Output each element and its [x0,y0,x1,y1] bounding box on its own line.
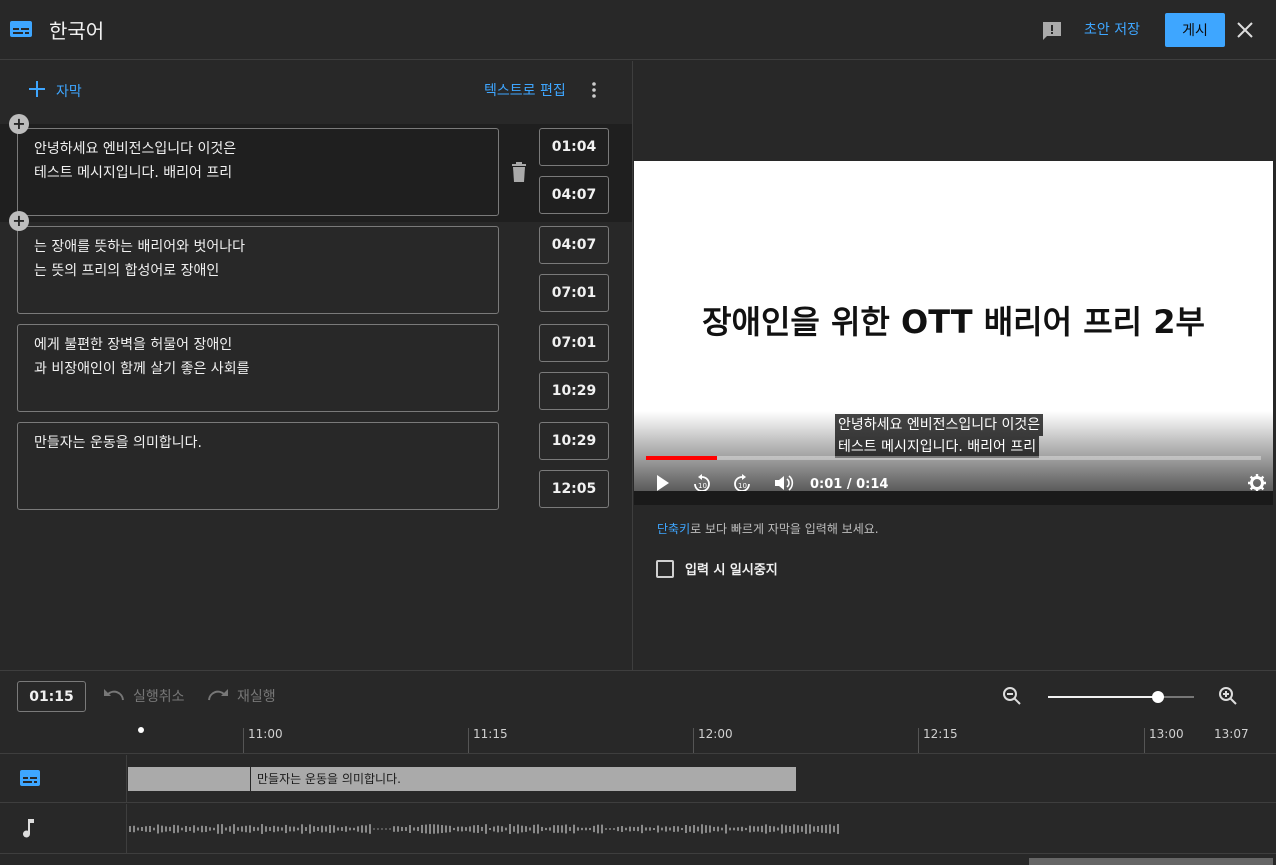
cue-text-input[interactable]: 는 장애를 뜻하는 배리어와 벗어나다 는 뜻의 프리의 합성어로 장애인 [17,226,499,314]
cue-start-time[interactable]: 10:29 [539,422,609,460]
cue-end-time[interactable]: 07:01 [539,274,609,312]
subtitle-track: 만들자는 운동을 의미합니다. [0,755,1276,803]
zoom-slider[interactable] [1048,691,1194,703]
ruler-tick: 11:00 [243,728,283,753]
subtitle-list-pane: 자막 텍스트로 편집 안녕하세요 엔비전스입니다 이것은 테스트 메시지입니다.… [0,61,633,670]
zoom-out-icon[interactable] [1002,686,1022,710]
shortcut-hint: 단축키로 보다 빠르게 자막을 입력해 보세요. [657,520,879,537]
redo-button[interactable]: 재실행 [207,686,276,706]
cue-start-time[interactable]: 01:04 [539,128,609,166]
save-draft-button[interactable]: 초안 저장 [1084,19,1140,39]
timeline-scrollbar[interactable] [1029,858,1273,865]
ruler-tick: 12:00 [693,728,733,753]
subtitle-track-label [0,755,127,802]
svg-text:10: 10 [738,482,747,490]
current-time-field[interactable]: 01:15 [17,681,86,712]
preview-pane: 장애인을 위한 OTT 배리어 프리 2부 안녕하세요 엔비전스입니다 이것은 … [634,61,1276,670]
ruler-tick: 11:15 [468,728,508,753]
more-options-icon[interactable] [590,81,598,103]
language-title: 한국어 [49,19,105,43]
timeline-segment-text: 만들자는 운동을 의미합니다. [257,772,401,786]
subtitle-cue[interactable]: 안녕하세요 엔비전스입니다 이것은 테스트 메시지입니다. 배리어 프리 01:… [0,124,632,222]
add-subtitle-label: 자막 [56,84,82,100]
cue-text-input[interactable]: 에게 불편한 장벽을 허물어 장애인 과 비장애인이 함께 살기 좋은 사회를 [17,324,499,412]
subtitles-icon [20,770,40,790]
header: 한국어 초안 저장 게시 [0,0,1276,60]
svg-text:10: 10 [698,482,707,490]
pause-while-typing-option[interactable]: 입력 시 일시중지 [656,559,778,578]
ruler-tick: 12:15 [918,728,958,753]
undo-icon [103,687,125,705]
trash-icon[interactable] [511,162,527,186]
cue-start-time[interactable]: 07:01 [539,324,609,362]
subtitle-cue[interactable]: 는 장애를 뜻하는 배리어와 벗어나다 는 뜻의 프리의 합성어로 장애인 04… [0,222,632,320]
shortcut-link[interactable]: 단축키 [657,522,690,536]
progress-fill [646,456,718,460]
timeline-ruler[interactable]: 11:00 11:15 12:00 12:15 13:00 13:07 [0,722,1276,754]
cue-end-time[interactable]: 10:29 [539,372,609,410]
timeline-toolbar: 01:15 실행취소 재실행 [0,670,1276,722]
plus-icon [28,80,46,102]
subtitle-cue[interactable]: 에게 불편한 장벽을 허물어 장애인 과 비장애인이 함께 살기 좋은 사회를 … [0,320,632,418]
video-bottom-strip [634,491,1273,505]
shortcut-hint-text: 로 보다 빠르게 자막을 입력해 보세요. [690,522,879,536]
cue-text-input[interactable]: 안녕하세요 엔비전스입니다 이것은 테스트 메시지입니다. 배리어 프리 [17,128,499,216]
time-readout: 0:01 / 0:14 [810,477,889,492]
pause-checkbox[interactable] [656,559,674,578]
ruler-tick: 13:00 [1144,728,1184,753]
timeline-segment[interactable]: 만들자는 운동을 의미합니다. [251,767,796,791]
audio-waveform [129,824,839,834]
playhead-marker[interactable] [138,727,144,733]
cue-text-input[interactable]: 만들자는 운동을 의미합니다. [17,422,499,510]
timeline-segment[interactable] [128,767,250,791]
add-subtitle-button[interactable]: 자막 [28,80,82,102]
redo-icon [207,687,229,705]
close-icon[interactable] [1236,21,1254,43]
audio-track-label [0,804,127,853]
cue-end-time[interactable]: 04:07 [539,176,609,214]
feedback-icon[interactable] [1041,20,1063,46]
publish-button[interactable]: 게시 [1165,13,1225,47]
video-slide-title: 장애인을 위한 OTT 배리어 프리 2부 [702,303,1205,341]
undo-button[interactable]: 실행취소 [103,686,185,706]
pause-label: 입력 시 일시중지 [685,563,778,578]
cue-end-time[interactable]: 12:05 [539,470,609,508]
insert-cue-icon[interactable]: + [9,211,29,231]
caption-line: 테스트 메시지입니다. 배리어 프리 [835,436,1040,458]
cue-start-time[interactable]: 04:07 [539,226,609,264]
subtitle-cue[interactable]: 만들자는 운동을 의미합니다. 10:29 12:05 [0,418,632,516]
audio-track [0,804,1276,854]
caption-line: 안녕하세요 엔비전스입니다 이것은 [835,414,1044,436]
undo-label: 실행취소 [133,689,185,705]
subtitle-editor: 한국어 초안 저장 게시 자막 텍스트로 편집 안녕하세요 엔비전스입니다 이것… [0,0,1276,865]
subtitles-icon [10,20,32,42]
redo-label: 재실행 [237,689,276,705]
music-note-icon [20,818,36,842]
zoom-in-icon[interactable] [1218,686,1238,710]
edit-as-text-button[interactable]: 텍스트로 편집 [484,80,566,100]
zoom-slider-knob[interactable] [1151,691,1164,703]
ruler-tick: 13:07 [1214,727,1249,741]
progress-bar[interactable] [646,456,1261,460]
video-player[interactable]: 장애인을 위한 OTT 배리어 프리 2부 안녕하세요 엔비전스입니다 이것은 … [634,161,1273,504]
caption-overlay: 안녕하세요 엔비전스입니다 이것은 테스트 메시지입니다. 배리어 프리 [835,414,1044,458]
insert-cue-icon[interactable]: + [9,114,29,134]
